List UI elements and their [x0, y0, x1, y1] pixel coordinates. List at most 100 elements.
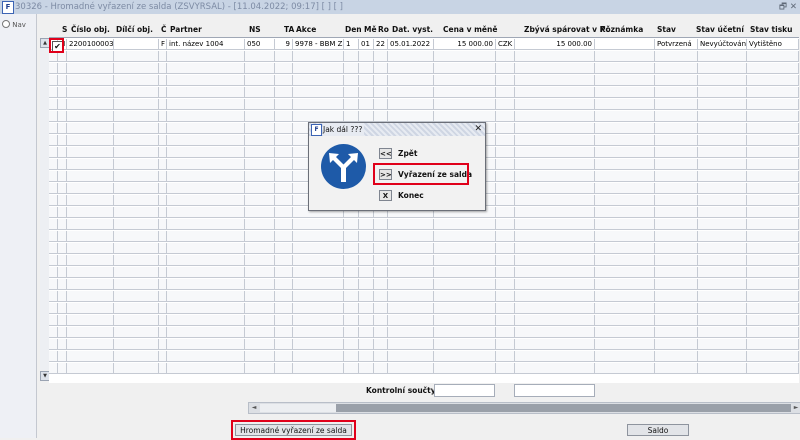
table-cell[interactable]	[434, 339, 496, 350]
table-cell[interactable]	[595, 183, 655, 194]
row-checkbox-cell[interactable]	[49, 291, 58, 302]
table-cell[interactable]	[359, 75, 374, 86]
table-cell[interactable]	[58, 291, 67, 302]
table-cell[interactable]	[293, 291, 344, 302]
cell-stav-tisku[interactable]: Vytištěno	[747, 39, 799, 50]
table-cell[interactable]	[67, 255, 114, 266]
table-cell[interactable]	[167, 279, 245, 290]
table-cell[interactable]	[359, 279, 374, 290]
table-cell[interactable]	[58, 159, 67, 170]
dialog-close-button[interactable]: ✕	[474, 123, 482, 136]
table-cell[interactable]	[167, 315, 245, 326]
table-cell[interactable]	[747, 123, 799, 134]
table-cell[interactable]	[245, 75, 275, 86]
table-cell[interactable]	[114, 123, 159, 134]
table-cell[interactable]	[595, 243, 655, 254]
col-header-ta[interactable]: TA	[284, 25, 294, 34]
table-cell[interactable]	[245, 255, 275, 266]
scroll-track[interactable]	[260, 404, 336, 412]
table-cell[interactable]	[374, 75, 388, 86]
cell-poznamka[interactable]	[595, 39, 655, 50]
row-checkbox-cell[interactable]	[49, 87, 58, 98]
table-cell[interactable]	[58, 219, 67, 230]
table-cell[interactable]	[515, 51, 595, 62]
table-cell[interactable]	[359, 267, 374, 278]
table-row[interactable]	[49, 243, 799, 255]
table-cell[interactable]	[747, 63, 799, 74]
table-cell[interactable]	[388, 255, 434, 266]
table-cell[interactable]	[496, 207, 515, 218]
table-cell[interactable]	[159, 327, 167, 338]
table-cell[interactable]	[293, 327, 344, 338]
table-cell[interactable]	[167, 207, 245, 218]
table-cell[interactable]	[245, 147, 275, 158]
col-header-s[interactable]: S	[62, 25, 67, 34]
table-cell[interactable]	[595, 291, 655, 302]
table-cell[interactable]	[114, 183, 159, 194]
table-cell[interactable]	[374, 327, 388, 338]
table-cell[interactable]	[747, 171, 799, 182]
row-checkbox-cell[interactable]	[49, 99, 58, 110]
table-cell[interactable]	[159, 147, 167, 158]
table-cell[interactable]	[293, 87, 344, 98]
table-cell[interactable]	[67, 195, 114, 206]
table-cell[interactable]	[344, 51, 359, 62]
table-cell[interactable]	[434, 267, 496, 278]
table-cell[interactable]	[344, 111, 359, 122]
table-cell[interactable]	[747, 363, 799, 374]
table-cell[interactable]	[434, 303, 496, 314]
table-cell[interactable]	[434, 255, 496, 266]
table-cell[interactable]	[58, 123, 67, 134]
table-cell[interactable]	[344, 75, 359, 86]
table-cell[interactable]	[114, 255, 159, 266]
table-cell[interactable]	[114, 51, 159, 62]
table-cell[interactable]	[747, 267, 799, 278]
table-cell[interactable]	[67, 171, 114, 182]
row-checkbox-cell[interactable]	[49, 159, 58, 170]
row-checkbox-cell[interactable]	[49, 231, 58, 242]
col-header-partner[interactable]: Partner	[170, 25, 202, 34]
table-cell[interactable]	[747, 75, 799, 86]
table-cell[interactable]	[374, 87, 388, 98]
table-cell[interactable]	[245, 51, 275, 62]
table-cell[interactable]	[167, 171, 245, 182]
table-cell[interactable]	[595, 51, 655, 62]
table-cell[interactable]	[293, 219, 344, 230]
table-cell[interactable]	[374, 99, 388, 110]
cell-cena[interactable]: 15 000.00	[434, 39, 496, 50]
table-cell[interactable]	[275, 63, 293, 74]
table-cell[interactable]	[167, 255, 245, 266]
row-checkbox-cell[interactable]	[49, 315, 58, 326]
table-cell[interactable]	[698, 75, 747, 86]
table-cell[interactable]	[515, 303, 595, 314]
table-cell[interactable]	[434, 279, 496, 290]
cell-mena[interactable]: CZK	[496, 39, 515, 50]
table-cell[interactable]	[747, 243, 799, 254]
table-cell[interactable]	[515, 99, 595, 110]
table-cell[interactable]	[698, 159, 747, 170]
table-cell[interactable]	[698, 255, 747, 266]
table-cell[interactable]	[167, 99, 245, 110]
table-cell[interactable]	[655, 135, 698, 146]
table-cell[interactable]	[698, 303, 747, 314]
col-header-poznamka[interactable]: Poznámka	[600, 25, 643, 34]
table-cell[interactable]	[167, 195, 245, 206]
table-cell[interactable]	[67, 339, 114, 350]
table-cell[interactable]	[67, 231, 114, 242]
table-cell[interactable]	[374, 219, 388, 230]
table-cell[interactable]	[67, 123, 114, 134]
table-cell[interactable]	[388, 243, 434, 254]
table-cell[interactable]	[159, 135, 167, 146]
table-cell[interactable]	[595, 231, 655, 242]
table-cell[interactable]	[434, 111, 496, 122]
table-cell[interactable]	[747, 327, 799, 338]
col-header-dat-vyst[interactable]: Dat. vyst.	[392, 25, 433, 34]
cell-cislo-obj[interactable]: 2200100003	[67, 39, 114, 50]
table-cell[interactable]	[67, 111, 114, 122]
cell-dilci-obj[interactable]	[114, 39, 159, 50]
table-cell[interactable]	[114, 63, 159, 74]
table-cell[interactable]	[359, 255, 374, 266]
cell-stav[interactable]: Potvrzená	[655, 39, 698, 50]
table-cell[interactable]	[698, 279, 747, 290]
table-cell[interactable]	[747, 135, 799, 146]
